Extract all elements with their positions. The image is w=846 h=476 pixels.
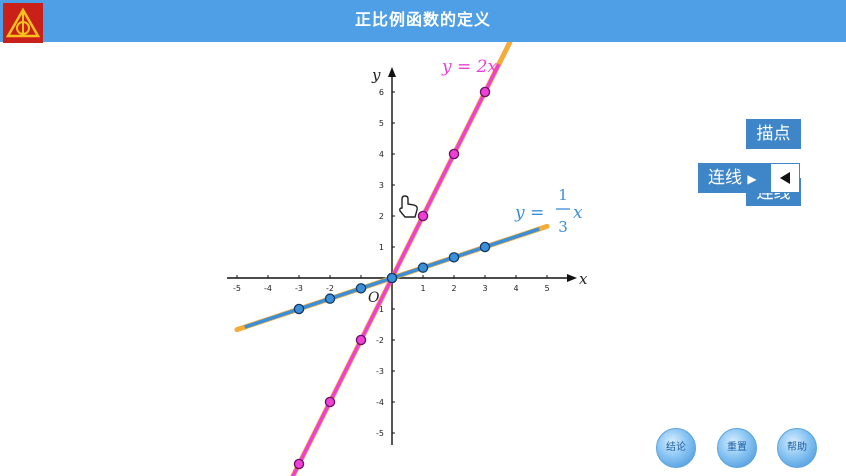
point-one-third-x [355, 283, 367, 294]
x-tick-label: 3 [482, 284, 487, 293]
point-one-third-x [386, 272, 398, 284]
x-tick-label: -5 [233, 284, 241, 293]
triangle-right-icon: ▶ [747, 172, 757, 186]
y-axis-arrow [388, 67, 396, 77]
point-2x [479, 86, 491, 98]
point-one-third-x [448, 252, 460, 263]
help-button[interactable]: 帮助 [777, 428, 817, 468]
hand-pointer-icon [399, 195, 418, 218]
x-tick-label: -2 [326, 284, 334, 293]
x-tick-label: 4 [513, 284, 518, 293]
reset-button[interactable]: 重置 [717, 428, 757, 468]
y-tick-label: -2 [376, 336, 384, 345]
y-tick-label: -4 [376, 398, 384, 407]
point-one-third-x [479, 241, 491, 253]
point-one-third-x [293, 303, 305, 315]
point-2x [448, 148, 460, 160]
connect-line-button[interactable]: 连线 ▶ [698, 163, 770, 193]
function-graph: -5-4-3-2-112345-5-4-3-2-1123456xyO y = 2… [227, 42, 588, 476]
x-axis-arrow [567, 274, 577, 282]
point-2x [355, 334, 367, 346]
x-tick-label: 5 [544, 284, 549, 293]
x-axis-label: x [579, 270, 588, 288]
y-tick-label: 5 [379, 119, 384, 128]
formula-label-2x: y = 2x [441, 57, 497, 77]
x-tick-label: 2 [451, 284, 456, 293]
triangle-left-icon[interactable] [770, 163, 800, 193]
y-tick-label: 1 [379, 243, 384, 252]
y-tick-label: 4 [379, 150, 384, 159]
formula-prefix: y = [514, 203, 544, 223]
y-tick-label: 2 [379, 212, 384, 221]
y-axis-label: y [371, 66, 381, 84]
x-tick-label: 1 [420, 284, 425, 293]
x-tick-label: -3 [295, 284, 303, 293]
y-tick-label: 3 [379, 181, 384, 190]
formula-label-one-third-x: y = 1 3 x [514, 186, 583, 236]
formula-variable: x [573, 203, 583, 223]
y-tick-label: 6 [379, 88, 384, 97]
plot-points-button[interactable]: 描点 [746, 119, 801, 149]
x-tick-label: -4 [264, 284, 272, 293]
conclusion-button[interactable]: 结论 [656, 428, 696, 468]
line-2x [291, 63, 501, 476]
connect-line-label: 连线 [708, 168, 742, 188]
point-2x [417, 210, 429, 222]
y-tick-label: -3 [376, 367, 384, 376]
axes: -5-4-3-2-112345-5-4-3-2-1123456xyO [227, 66, 588, 445]
point-one-third-x [417, 262, 429, 273]
point-2x [293, 458, 305, 470]
point-one-third-x [324, 293, 336, 304]
point-2x [324, 396, 336, 408]
y-tick-label: -5 [376, 429, 384, 438]
formula-denominator: 3 [558, 218, 568, 236]
formula-numerator: 1 [558, 186, 568, 204]
